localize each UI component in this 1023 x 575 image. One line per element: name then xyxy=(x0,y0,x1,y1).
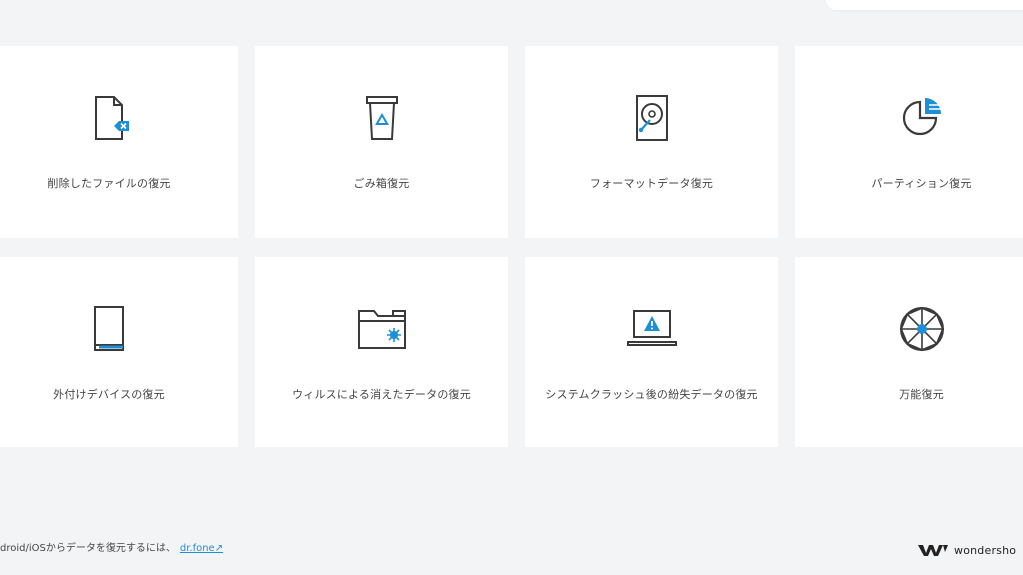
card-deleted-file-recovery[interactable]: 削除したファイルの復元 xyxy=(0,46,238,238)
drfone-link[interactable]: dr.fone↗ xyxy=(180,543,223,554)
brand-name: wondersho xyxy=(954,543,1017,557)
card-label: 万能復元 xyxy=(899,388,944,401)
card-all-round-recovery[interactable]: 万能復元 xyxy=(795,257,1023,447)
card-format-data-recovery[interactable]: フォーマットデータ復元 xyxy=(525,46,778,238)
card-label: 削除したファイルの復元 xyxy=(47,177,171,190)
card-external-device-recovery[interactable]: 外付けデバイスの復元 xyxy=(0,257,238,447)
card-label: ウィルスによる消えたデータの復元 xyxy=(292,388,471,401)
wondershare-logo-icon xyxy=(918,545,948,556)
external-device-icon xyxy=(83,303,135,355)
brand: wondersho xyxy=(918,543,1016,557)
footer-text: droid/iOSからデータを復元するには、 xyxy=(0,543,176,554)
virus-folder-icon xyxy=(356,303,408,355)
hard-drive-icon xyxy=(626,92,678,144)
search-box[interactable] xyxy=(826,0,1023,10)
card-virus-data-recovery[interactable]: ウィルスによる消えたデータの復元 xyxy=(255,257,508,447)
card-partition-recovery[interactable]: パーティション復元 xyxy=(795,46,1023,238)
footer-note: droid/iOSからデータを復元するには、 dr.fone↗ xyxy=(0,539,223,554)
partition-icon xyxy=(896,92,948,144)
card-label: システムクラッシュ後の紛失データの復元 xyxy=(545,388,758,401)
card-label: パーティション復元 xyxy=(871,177,972,190)
card-label: フォーマットデータ復元 xyxy=(589,177,714,190)
card-label: 外付けデバイスの復元 xyxy=(53,388,165,401)
card-system-crash-recovery[interactable]: システムクラッシュ後の紛失データの復元 xyxy=(525,257,778,447)
recycle-bin-icon xyxy=(356,92,408,144)
card-label: ごみ箱復元 xyxy=(353,177,410,190)
deleted-file-icon xyxy=(83,92,135,144)
card-recycle-bin-recovery[interactable]: ごみ箱復元 xyxy=(255,46,508,238)
all-round-icon xyxy=(896,303,948,355)
system-crash-icon xyxy=(626,303,678,355)
